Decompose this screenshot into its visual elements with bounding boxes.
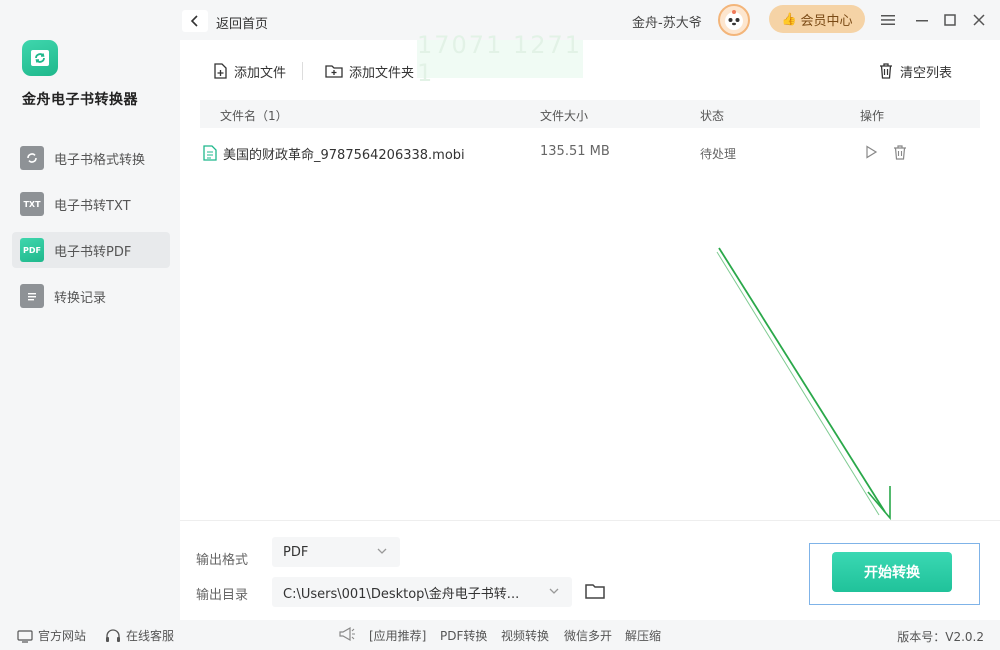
version-label: 版本号：V2.0.2	[897, 630, 984, 644]
footer: 官方网站 在线客服 [应用推荐] PDF转换 视频转换 微信多开 解压缩 版本号…	[0, 620, 1000, 650]
header-filename: 文件名（1）	[220, 109, 288, 123]
vip-center-button[interactable]: 👍 会员中心	[769, 5, 865, 33]
sidebar-item-to-pdf[interactable]: PDF 电子书转PDF	[12, 232, 170, 268]
vip-label: 会员中心	[800, 13, 853, 29]
clear-list-button[interactable]: 清空列表	[877, 60, 952, 82]
format-select[interactable]: PDF	[272, 537, 400, 567]
sidebar-item-to-txt[interactable]: TXT 电子书转TXT	[12, 186, 170, 222]
sidebar-item-label: 电子书格式转换	[54, 152, 146, 168]
convert-icon	[20, 146, 44, 170]
official-site-label: 官方网站	[38, 629, 87, 643]
row-size: 135.51 MB	[540, 144, 610, 159]
play-icon[interactable]	[864, 145, 878, 159]
footer-link-unzip[interactable]: 解压缩	[625, 627, 661, 644]
sidebar-item-format-convert[interactable]: 电子书格式转换	[12, 140, 170, 176]
output-options-panel: 输出格式 PDF 输出目录 C:\Users\001\Desktop\金舟电子书…	[180, 520, 1000, 620]
file-list-panel: 17071 1271 1 添加文件 添加文件夹 清空列表 文件名（1） 文件大小…	[180, 31, 1000, 520]
trash-icon	[880, 63, 892, 79]
add-folder-button[interactable]: 添加文件夹	[324, 60, 414, 82]
megaphone-icon	[339, 626, 355, 642]
sidebar-item-label: 电子书转PDF	[54, 244, 132, 260]
chevron-down-icon	[377, 548, 387, 554]
header-size: 文件大小	[540, 109, 589, 123]
top-bar: 返回首页 金舟-苏大爷 👍 会员中心	[180, 0, 1000, 40]
website-icon	[17, 629, 33, 643]
app-title: 金舟电子书转换器	[22, 92, 138, 108]
dir-value: C:\Users\001\Desktop\金舟电子书转...	[283, 586, 520, 602]
table-header: 文件名（1） 文件大小 状态 操作	[200, 100, 980, 128]
chevron-down-icon	[549, 588, 559, 594]
start-button-frame: 开始转换	[809, 543, 980, 605]
footer-link-video[interactable]: 视频转换	[501, 627, 549, 644]
clear-list-label: 清空列表	[900, 65, 953, 81]
add-file-label: 添加文件	[234, 65, 287, 81]
sidebar: 金舟电子书转换器 电子书格式转换 TXT 电子书转TXT PDF 电子书转PDF…	[0, 0, 180, 650]
avatar[interactable]	[718, 4, 750, 36]
sidebar-item-history[interactable]: 转换记录	[12, 278, 170, 314]
online-support-label: 在线客服	[126, 629, 175, 643]
back-button[interactable]	[182, 10, 208, 32]
sidebar-nav: 电子书格式转换 TXT 电子书转TXT PDF 电子书转PDF 转换记录	[12, 140, 170, 324]
header-action: 操作	[860, 109, 885, 123]
output-dir-select[interactable]: C:\Users\001\Desktop\金舟电子书转...	[272, 577, 572, 607]
header-status: 状态	[700, 109, 725, 123]
minimize-icon[interactable]	[911, 9, 933, 31]
back-label[interactable]: 返回首页	[216, 13, 268, 32]
format-label: 输出格式	[196, 553, 249, 568]
row-filename: 美国的财政革命_9787564206338.mobi	[223, 148, 465, 163]
footer-link-recommend[interactable]: [应用推荐]	[369, 627, 426, 644]
add-folder-icon	[325, 65, 343, 78]
folder-icon[interactable]	[584, 581, 606, 601]
add-folder-label: 添加文件夹	[349, 65, 415, 81]
chevron-left-icon	[190, 15, 198, 27]
delete-icon[interactable]	[893, 145, 907, 160]
document-icon	[203, 145, 217, 161]
add-file-button[interactable]: 添加文件	[211, 60, 286, 82]
pdf-icon: PDF	[20, 238, 44, 262]
official-site-link[interactable]: 官方网站	[17, 627, 86, 644]
footer-link-pdf[interactable]: PDF转换	[440, 627, 487, 644]
headset-icon	[106, 628, 120, 642]
thumb-up-icon: 👍	[781, 12, 797, 26]
start-convert-button[interactable]: 开始转换	[832, 552, 952, 592]
sidebar-item-label: 转换记录	[54, 290, 107, 306]
format-value: PDF	[283, 544, 309, 560]
table-row[interactable]: 美国的财政革命_9787564206338.mobi 135.51 MB 待处理	[200, 140, 980, 166]
sidebar-item-label: 电子书转TXT	[54, 198, 131, 214]
row-status: 待处理	[700, 147, 737, 161]
list-icon	[20, 284, 44, 308]
online-support-link[interactable]: 在线客服	[105, 627, 174, 644]
dir-label: 输出目录	[196, 588, 249, 603]
footer-link-wechat[interactable]: 微信多开	[564, 627, 612, 644]
user-name: 金舟-苏大爷	[632, 16, 702, 31]
add-file-icon	[214, 63, 227, 79]
app-logo-icon	[22, 40, 58, 76]
menu-icon[interactable]	[877, 9, 899, 31]
watermark: 17071 1271 1	[417, 31, 583, 87]
close-icon[interactable]	[968, 9, 990, 31]
txt-icon: TXT	[20, 192, 44, 216]
maximize-icon[interactable]	[939, 9, 961, 31]
toolbar-divider	[302, 62, 303, 80]
